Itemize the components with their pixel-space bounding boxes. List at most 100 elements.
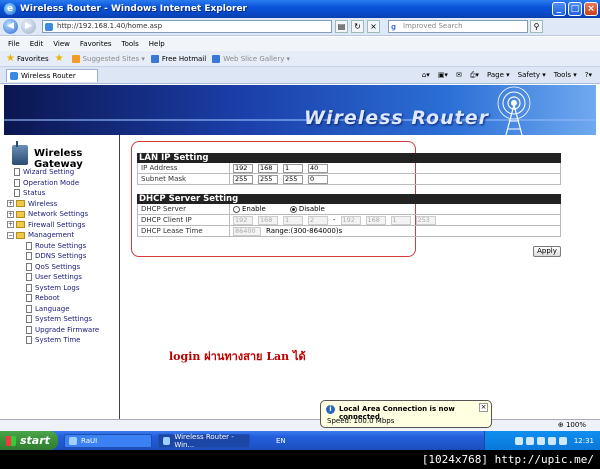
ie-icon: e — [4, 3, 16, 15]
sidebar-item-ddns-settings[interactable]: DDNS Settings — [4, 251, 120, 262]
back-button[interactable]: ◀ — [3, 19, 18, 34]
page-menu[interactable]: Page ▾ — [487, 71, 510, 79]
ip-octet-4[interactable]: 40 — [308, 163, 328, 173]
search-icon[interactable]: ⚲ — [530, 20, 543, 33]
start-ip-octet-1[interactable]: 192 — [233, 215, 253, 225]
end-ip-octet-4[interactable]: 253 — [415, 215, 436, 225]
feeds-icon[interactable]: ▣▾ — [438, 71, 448, 79]
dhcp-section-title: DHCP Server Setting — [137, 194, 561, 204]
page-icon — [26, 283, 32, 292]
refresh-icon[interactable]: ↻ — [351, 20, 364, 33]
page-icon — [14, 189, 20, 198]
sidebar-item-system-logs[interactable]: System Logs — [4, 283, 120, 294]
start-ip-octet-2[interactable]: 168 — [258, 215, 278, 225]
end-ip-octet-3[interactable]: 1 — [390, 215, 411, 225]
lease-time-input[interactable]: 86400 — [233, 226, 261, 236]
menu-favorites[interactable]: Favorites — [80, 40, 112, 48]
menu-view[interactable]: View — [53, 40, 70, 48]
end-ip-octet-2[interactable]: 168 — [365, 215, 386, 225]
sidebar-item-route-settings[interactable]: Route Settings — [4, 241, 120, 252]
start-button[interactable]: start — [0, 431, 58, 450]
start-ip-octet-4[interactable]: 2 — [308, 215, 328, 225]
hotmail-icon — [150, 54, 159, 63]
tray-icon[interactable] — [525, 436, 534, 445]
dhcp-server-label: DHCP Server — [138, 204, 230, 214]
menu-edit[interactable]: Edit — [30, 40, 44, 48]
minimize-button[interactable]: _ — [552, 2, 566, 16]
ip-octet-2[interactable]: 168 — [258, 163, 278, 173]
sidebar-item-label: QoS Settings — [35, 262, 81, 271]
ip-octet-1[interactable]: 192 — [233, 163, 253, 173]
sidebar-item-label: User Settings — [35, 273, 82, 282]
volume-icon[interactable] — [547, 436, 556, 445]
help-icon[interactable]: ?▾ — [585, 71, 592, 79]
expand-icon[interactable]: + — [7, 210, 14, 218]
zoom-level[interactable]: ⊕ 100% — [558, 421, 586, 429]
add-favorite-icon[interactable]: ★ — [55, 53, 66, 64]
sidebar-item-upgrade-firmware[interactable]: Upgrade Firmware — [4, 325, 120, 336]
safety-menu[interactable]: Safety ▾ — [518, 71, 546, 79]
task-raui[interactable]: RaUI — [64, 433, 152, 448]
network-icon[interactable] — [514, 436, 523, 445]
network-balloon[interactable]: i Local Area Connection is now connected… — [320, 400, 492, 428]
tab-wireless-router[interactable]: Wireless Router — [6, 68, 98, 82]
sidebar-item-qos-settings[interactable]: QoS Settings — [4, 262, 120, 273]
sidebar-item-reboot[interactable]: Reboot — [4, 293, 120, 304]
tools-menu[interactable]: Tools ▾ — [554, 71, 577, 79]
sidebar-item-system-settings[interactable]: System Settings — [4, 314, 120, 325]
mask-octet-2[interactable]: 255 — [258, 174, 278, 184]
dhcp-enable-radio[interactable] — [233, 205, 240, 213]
menu-file[interactable]: File — [8, 40, 20, 48]
address-input[interactable]: http://192.168.1.40/home.asp — [42, 20, 332, 33]
sidebar-item-status[interactable]: Status — [4, 188, 120, 199]
mask-octet-1[interactable]: 255 — [233, 174, 253, 184]
mask-octet-4[interactable]: 0 — [308, 174, 328, 184]
sidebar-item-network-settings[interactable]: + Network Settings — [4, 209, 120, 220]
dhcp-disable-radio[interactable] — [289, 205, 297, 213]
sidebar-item-operation-mode[interactable]: Operation Mode — [4, 178, 120, 189]
collapse-icon[interactable]: − — [7, 231, 14, 239]
ip-octet-3[interactable]: 1 — [283, 163, 303, 173]
sidebar-item-user-settings[interactable]: User Settings — [4, 272, 120, 283]
favorites-button[interactable]: ★ Favorites — [6, 53, 49, 64]
task-wireless-router[interactable]: Wireless Router - Win... — [158, 433, 250, 449]
mail-icon[interactable]: ✉ — [456, 71, 462, 79]
sidebar-item-wireless[interactable]: + Wireless — [4, 199, 120, 210]
apply-button[interactable]: Apply — [533, 246, 561, 257]
expand-icon[interactable]: + — [7, 200, 14, 208]
menu-help[interactable]: Help — [149, 40, 165, 48]
stop-icon[interactable]: × — [367, 20, 380, 33]
sidebar-item-wizard-setting[interactable]: Wizard Setting — [4, 167, 120, 178]
maximize-button[interactable]: □ — [568, 2, 582, 16]
search-input[interactable]: g Improved Search — [388, 20, 528, 33]
mask-octet-3[interactable]: 255 — [283, 174, 303, 184]
sidebar-item-language[interactable]: Language — [4, 304, 120, 315]
menu-tools[interactable]: Tools — [122, 40, 139, 48]
router-banner: Wireless Router — [4, 85, 596, 135]
sidebar-item-firewall-settings[interactable]: + Firewall Settings — [4, 220, 120, 231]
window-titlebar[interactable]: e Wireless Router - Windows Internet Exp… — [0, 0, 600, 18]
sidebar-item-label: Management — [28, 231, 75, 240]
tray-icon[interactable] — [536, 436, 545, 445]
fav-link-hotmail[interactable]: Free Hotmail — [150, 54, 206, 63]
balloon-close-icon[interactable]: × — [479, 403, 488, 412]
tray-icon[interactable] — [558, 436, 567, 445]
sidebar-item-management[interactable]: − Management — [4, 230, 120, 241]
close-button[interactable]: × — [584, 2, 598, 16]
sidebar-item-system-time[interactable]: System Time — [4, 335, 120, 346]
info-icon: i — [326, 405, 335, 414]
command-bar: ⌂▾ ▣▾ ✉ ⎙▾ Page ▾ Safety ▾ Tools ▾ ?▾ — [422, 71, 600, 80]
page-icon — [26, 294, 32, 303]
fav-link-suggested[interactable]: Suggested Sites ▾ — [71, 54, 145, 63]
expand-icon[interactable]: + — [7, 221, 14, 229]
forward-button[interactable]: ▶ — [21, 19, 36, 34]
start-ip-octet-3[interactable]: 1 — [283, 215, 303, 225]
web-slice-icon — [212, 54, 221, 63]
end-ip-octet-1[interactable]: 192 — [340, 215, 361, 225]
language-indicator[interactable]: EN — [276, 437, 286, 445]
fav-link-webslice[interactable]: Web Slice Gallery ▾ — [212, 54, 290, 63]
home-icon[interactable]: ⌂▾ — [422, 71, 430, 79]
print-icon[interactable]: ⎙▾ — [470, 71, 479, 80]
dhcp-lease-row: DHCP Lease Time 86400 Range:(300-864000)… — [137, 226, 561, 237]
compat-icon[interactable]: ▤ — [335, 20, 348, 33]
